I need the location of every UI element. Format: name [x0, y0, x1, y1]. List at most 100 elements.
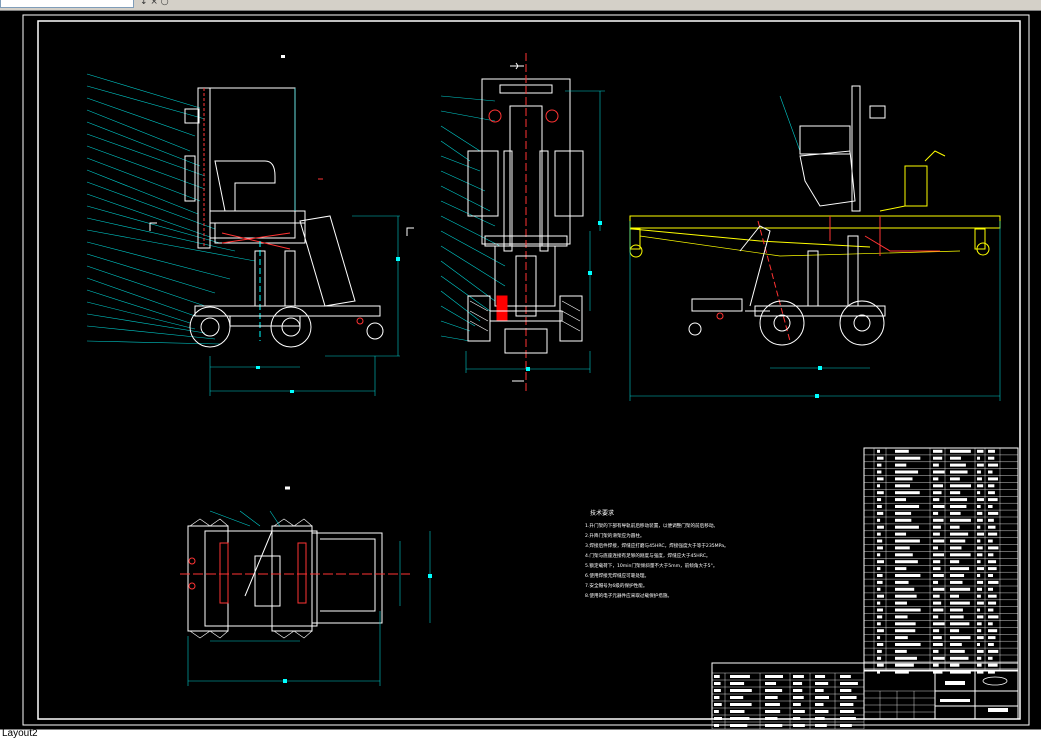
title-block-glyph	[765, 710, 781, 713]
bom-cell-glyph	[950, 629, 960, 633]
title-block-glyph	[815, 696, 829, 699]
title-block-glyph	[840, 696, 857, 699]
bom-cell-glyph	[895, 491, 920, 495]
toolbar-icons[interactable]: ↓ × ○	[140, 0, 169, 7]
bom-cell-glyph	[895, 553, 913, 557]
bom-cell-glyph	[895, 546, 910, 550]
bom-cell-glyph	[977, 622, 982, 626]
parts-list-table	[863, 447, 1019, 674]
title-block-glyph	[730, 717, 750, 720]
layout-tab[interactable]: Layout2	[2, 728, 38, 739]
bom-cell-glyph	[933, 553, 944, 557]
bom-cell-glyph	[950, 470, 968, 474]
bom-cell-glyph	[933, 580, 939, 584]
bom-cell-glyph	[933, 518, 944, 522]
bom-cell-glyph	[933, 477, 939, 481]
bom-cell-glyph	[877, 470, 882, 474]
title-block-glyph	[714, 724, 719, 727]
bom-cell-glyph	[933, 511, 939, 515]
bom-cell-glyph	[950, 539, 966, 543]
tech-req-line: 3.焊接后件焊接，焊缝应打磨与45HRC，焊接强度大于等于235MPa。	[585, 542, 729, 549]
bom-cell-glyph	[988, 539, 993, 543]
bom-cell-glyph	[977, 456, 981, 460]
bom-cell-glyph	[950, 546, 962, 550]
bom-cell-glyph	[977, 470, 981, 474]
bom-cell-glyph	[988, 518, 994, 522]
bom-cell-glyph	[988, 587, 994, 591]
bom-cell-glyph	[988, 463, 999, 467]
bom-cell-glyph	[895, 656, 917, 660]
bom-cell-glyph	[895, 587, 915, 591]
tech-req-line: 5.额定载荷下，10min门架倾斜量不大于5mm，前倾角大于5°。	[585, 562, 717, 569]
bom-cell-glyph	[977, 477, 982, 481]
title-block-glyph	[840, 710, 855, 713]
title-block-glyph	[988, 708, 1008, 712]
bom-cell-glyph	[988, 553, 994, 557]
bom-cell-glyph	[977, 553, 983, 557]
title-block-glyph	[815, 689, 824, 692]
bom-cell-glyph	[895, 574, 921, 577]
bom-cell-glyph	[977, 580, 984, 584]
bom-cell-glyph	[895, 594, 917, 598]
bom-cell-glyph	[988, 477, 998, 481]
bom-cell-glyph	[988, 636, 996, 640]
title-block-glyph	[840, 689, 852, 692]
bom-cell-glyph	[933, 539, 945, 543]
bom-cell-glyph	[950, 594, 960, 598]
bom-cell-glyph	[977, 449, 984, 453]
bom-cell-glyph	[933, 560, 941, 564]
bom-cell-glyph	[977, 539, 981, 543]
bom-cell-glyph	[895, 498, 907, 502]
side-view-leaders	[86, 73, 256, 345]
bom-cell-glyph	[977, 649, 984, 653]
bom-cell-glyph	[977, 643, 981, 646]
bom-cell-glyph	[977, 463, 984, 467]
bom-cell-glyph	[950, 615, 964, 619]
command-input[interactable]	[0, 0, 134, 8]
bom-cell-glyph	[877, 587, 881, 591]
bom-cell-glyph	[977, 525, 981, 529]
bom-cell-glyph	[988, 525, 996, 529]
bom-cell-glyph	[988, 601, 997, 605]
bom-cell-glyph	[895, 601, 907, 605]
layout-tabs-bar: Layout2	[0, 728, 1041, 740]
right-side-view	[629, 85, 1001, 401]
title-block-glyph	[815, 724, 827, 727]
bom-cell-glyph	[977, 505, 981, 508]
title-block-glyph	[815, 703, 824, 706]
title-block-glyph	[714, 682, 721, 685]
bom-cell-glyph	[895, 470, 919, 474]
bom-cell-glyph	[933, 601, 942, 605]
bom-cell-glyph	[977, 663, 982, 667]
bom-cell-glyph	[877, 449, 881, 453]
bom-cell-glyph	[877, 622, 881, 626]
bom-cell-glyph	[988, 484, 995, 488]
bom-cell-glyph	[877, 663, 884, 667]
title-block-glyph	[793, 703, 801, 706]
bom-cell-glyph	[877, 463, 882, 467]
bom-cell-glyph	[977, 567, 984, 571]
bom-cell-glyph	[950, 456, 961, 460]
bom-cell-glyph	[988, 470, 993, 474]
bom-cell-glyph	[933, 498, 940, 502]
bom-cell-glyph	[988, 511, 999, 515]
title-block-glyph	[730, 689, 752, 692]
title-block-glyph	[940, 699, 970, 702]
title-block-glyph	[815, 717, 825, 720]
title-block-glyph	[714, 675, 720, 678]
title-block-glyph	[765, 724, 783, 727]
bom-cell-glyph	[895, 449, 909, 453]
bom-cell-glyph	[977, 498, 984, 502]
bom-cell-glyph	[895, 484, 910, 488]
bom-cell-glyph	[895, 505, 920, 508]
bom-cell-glyph	[950, 505, 967, 508]
bom-cell-glyph	[988, 567, 997, 571]
bom-cell-glyph	[988, 498, 998, 502]
bom-cell-glyph	[933, 649, 939, 653]
title-block	[711, 662, 1019, 734]
bom-cell-glyph	[977, 594, 981, 598]
title-block-glyph	[730, 710, 745, 713]
bom-cell-glyph	[988, 649, 999, 653]
cad-model-space[interactable]: 技术要求 1.升门架的下部有导轨前后移动装置，以便调整门架的前后移动。 2.升降…	[0, 11, 1041, 734]
bom-cell-glyph	[988, 608, 994, 612]
